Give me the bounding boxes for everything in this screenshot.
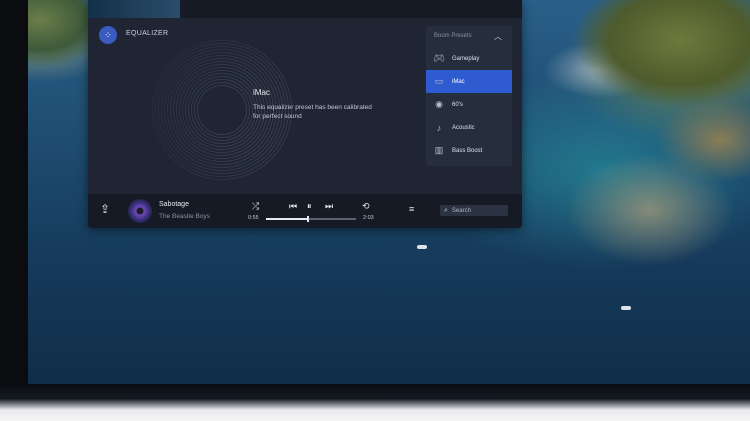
- previous-icon[interactable]: ⏮︎: [289, 201, 297, 212]
- speaker-icon: ▥: [434, 145, 444, 155]
- wallpaper-coastline: [490, 0, 750, 260]
- progress-track[interactable]: [266, 216, 356, 222]
- preset-name: iMac: [253, 88, 270, 97]
- artist-name: The Beastie Boys: [159, 213, 210, 220]
- repeat-icon[interactable]: ⟲: [362, 201, 370, 212]
- preset-item-label: Acoustic: [452, 124, 475, 131]
- share-icon[interactable]: ⇪: [100, 202, 110, 216]
- shuffle-icon[interactable]: ⤮: [252, 201, 259, 212]
- presets-dropdown[interactable]: Boom Presets ︿ 🎮︎ Gameplay ▭ iMac ◉ 60's…: [426, 26, 512, 166]
- equalizer-title: EQUALIZER: [126, 30, 169, 37]
- equalizer-panel: ⁘ EQUALIZER iMac This equalizer preset h…: [88, 18, 522, 194]
- album-art[interactable]: [128, 199, 152, 223]
- boom-app-window: ⁘ EQUALIZER iMac This equalizer preset h…: [88, 0, 522, 228]
- queue-icon[interactable]: ≡: [409, 204, 414, 214]
- chevron-up-icon[interactable]: ︿: [494, 31, 502, 42]
- preset-item-acoustic[interactable]: ♪ Acoustic: [426, 116, 512, 139]
- album-art-top: [88, 0, 180, 18]
- gamepad-icon: 🎮︎: [433, 53, 445, 63]
- preset-item-label: Gameplay: [452, 55, 480, 62]
- preset-item-label: 60's: [452, 101, 463, 108]
- wallpaper-boat: [417, 245, 427, 249]
- monitor-bezel-left: [0, 0, 28, 421]
- preset-item-gameplay[interactable]: 🎮︎ Gameplay: [426, 47, 512, 70]
- preset-item-60s[interactable]: ◉ 60's: [426, 93, 512, 116]
- search-box[interactable]: ⌕ Search: [440, 205, 508, 216]
- search-placeholder: Search: [451, 207, 471, 214]
- elapsed-time: 0:55: [248, 215, 259, 221]
- vinyl-icon: ◉: [435, 99, 443, 109]
- player-bar: ⇪ Sabotage The Beastie Boys ⤮ ⏮︎ ⏸︎ ⏭︎ ⟲…: [88, 194, 522, 228]
- search-icon: ⌕: [444, 206, 448, 214]
- preset-item-label: iMac: [452, 78, 465, 85]
- pause-icon[interactable]: ⏸︎: [307, 201, 312, 212]
- monitor-bezel-bottom: [0, 384, 750, 421]
- guitar-icon: ♪: [436, 122, 442, 133]
- equalizer-icon[interactable]: ⁘: [99, 26, 117, 44]
- preset-item-bass-boost[interactable]: ▥ Bass Boost: [426, 139, 512, 162]
- wallpaper-boat: [621, 306, 631, 310]
- app-top-strip: [88, 0, 522, 18]
- monitor-icon: ▭: [434, 76, 444, 86]
- preset-item-imac[interactable]: ▭ iMac: [426, 70, 512, 93]
- preset-description: This equalizer preset has been calibrate…: [253, 104, 372, 120]
- duration-time: 2:03: [363, 215, 374, 221]
- song-title: Sabotage: [159, 201, 189, 208]
- preset-item-label: Bass Boost: [452, 147, 483, 154]
- next-icon[interactable]: ⏭︎: [325, 201, 333, 212]
- progress-handle[interactable]: [306, 216, 309, 222]
- presets-header: Boom Presets: [434, 33, 472, 39]
- progress-fill: [266, 218, 307, 220]
